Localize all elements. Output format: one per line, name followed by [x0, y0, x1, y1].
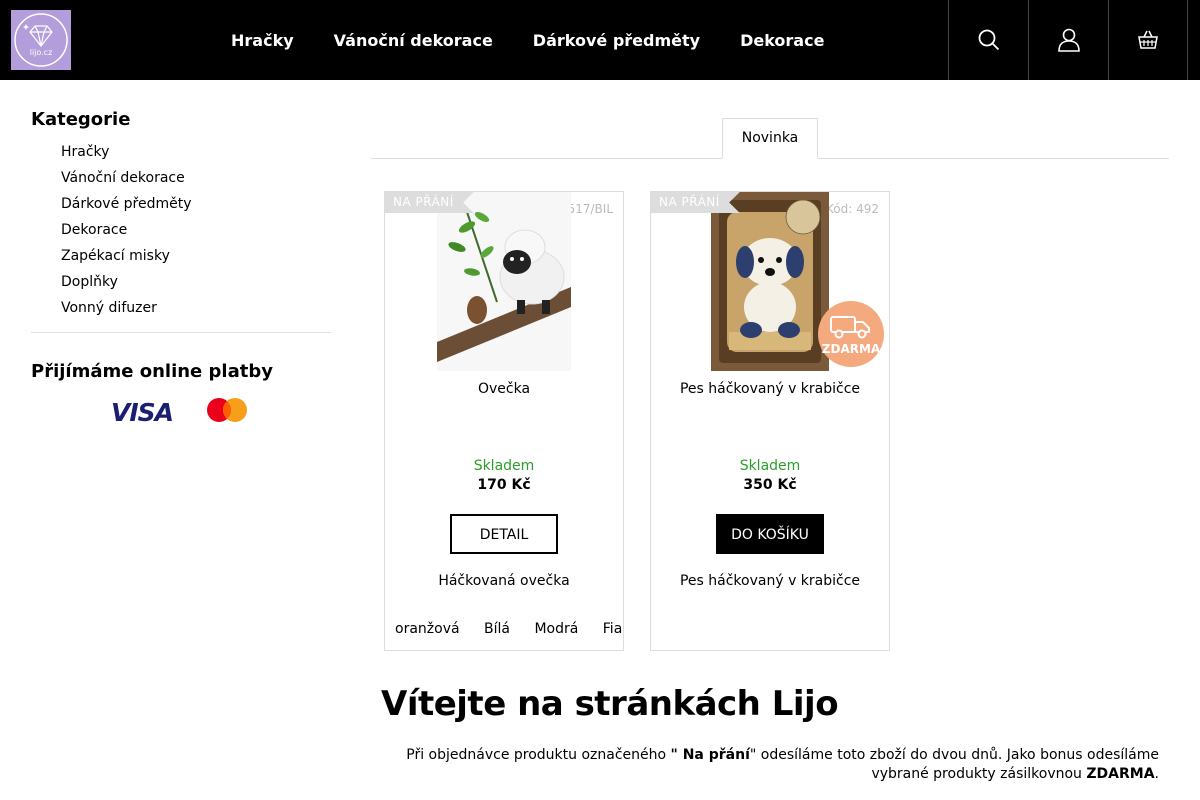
categories-heading: Kategorie — [31, 109, 131, 130]
info-text-made-to-order: " Na přání — [670, 747, 750, 763]
category-item-doplnky[interactable]: Doplňky — [61, 269, 331, 295]
search-button[interactable] — [948, 0, 1028, 80]
category-item-zapekaci-misky[interactable]: Zapékací misky — [61, 243, 331, 269]
product-card[interactable]: NA PŘÁNÍ Kód: 492 ZDARMA Pes háčkovaný v… — [650, 191, 890, 651]
diamond-icon — [14, 13, 68, 67]
product-price: 350 Kč — [743, 477, 797, 493]
category-item-dekorace[interactable]: Dekorace — [61, 217, 331, 243]
truck-icon — [830, 316, 870, 339]
product-name[interactable]: Pes háčkovaný v krabičce — [651, 381, 889, 397]
search-icon — [978, 29, 999, 51]
info-text-part-3: . — [1154, 766, 1159, 782]
product-image[interactable] — [437, 192, 571, 371]
free-shipping-label: ZDARMA — [821, 342, 881, 356]
stock-status: Skladem — [739, 458, 801, 474]
product-description: Pes háčkovaný v krabičce — [679, 573, 861, 589]
category-item-vonny-difuzer[interactable]: Vonný difuzer — [61, 295, 331, 321]
made-to-order-ribbon: NA PŘÁNÍ — [385, 192, 474, 213]
nav-item-dekorace[interactable]: Dekorace — [740, 31, 824, 50]
welcome-heading: Vítejte na stránkách Lijo — [381, 684, 839, 724]
mastercard-logo — [207, 398, 247, 422]
site-logo[interactable]: lijo.cz — [11, 10, 71, 70]
product-code: 517/BIL — [567, 202, 613, 216]
top-navigation-bar: lijo.cz Hračky Vánoční dekorace Dárkové … — [0, 0, 1200, 80]
main-navigation: Hračky Vánoční dekorace Dárkové předměty… — [231, 0, 864, 80]
free-shipping-badge: ZDARMA — [818, 301, 884, 367]
account-button[interactable] — [1028, 0, 1108, 80]
basket-icon — [1138, 30, 1158, 49]
user-icon — [1057, 28, 1080, 52]
stock-status: Skladem — [473, 458, 535, 474]
category-item-hracky[interactable]: Hračky — [61, 139, 331, 165]
payment-logos: VISA — [31, 395, 331, 427]
category-item-vanocni-dekorace[interactable]: Vánoční dekorace — [61, 165, 331, 191]
product-description: Háčkovaná ovečka — [438, 573, 570, 589]
sidebar: Kategorie Hračky Vánoční dekorace Dárkov… — [31, 108, 331, 427]
product-image[interactable] — [711, 192, 829, 371]
logo-text: lijo.cz — [29, 48, 53, 57]
info-text-part-1: Při objednávce produktu označeného — [406, 747, 671, 763]
product-code: Kód: 492 — [826, 202, 879, 216]
variant-blue[interactable]: Modrá — [534, 621, 578, 637]
product-name[interactable]: Ovečka — [385, 381, 623, 397]
category-item-darkove-predmety[interactable]: Dárkové předměty — [61, 191, 331, 217]
variant-purple[interactable]: Fialová — [603, 621, 623, 637]
variant-white[interactable]: Bílá — [484, 621, 510, 637]
detail-button[interactable]: DETAIL — [450, 514, 558, 554]
payments-heading: Přijímáme online platby — [31, 361, 273, 382]
color-variants: oranžová Bílá Modrá Fialová — [395, 621, 623, 637]
tab-novinka[interactable]: Novinka — [722, 118, 818, 159]
product-price: 170 Kč — [477, 477, 531, 493]
nav-item-darkove-predmety[interactable]: Dárkové předměty — [533, 31, 700, 50]
sidebar-divider — [31, 332, 331, 333]
welcome-info-text: Při objednávce produktu označeného " Na … — [381, 746, 1159, 784]
product-card[interactable]: NA PŘÁNÍ 517/BIL Ovečka Skladem 170 Kč D… — [384, 191, 624, 651]
product-tabs: Novinka — [371, 118, 1169, 159]
variant-orange[interactable]: oranžová — [395, 621, 460, 637]
nav-item-vanocni-dekorace[interactable]: Vánoční dekorace — [334, 31, 493, 50]
cart-button[interactable] — [1108, 0, 1188, 80]
made-to-order-ribbon: NA PŘÁNÍ — [651, 192, 740, 213]
visa-logo: VISA — [111, 398, 174, 427]
info-text-free: ZDARMA — [1086, 766, 1155, 782]
category-list: Hračky Vánoční dekorace Dárkové předměty… — [31, 139, 331, 321]
add-to-cart-button[interactable]: DO KOŠÍKU — [716, 514, 824, 554]
nav-item-hracky[interactable]: Hračky — [231, 31, 294, 50]
